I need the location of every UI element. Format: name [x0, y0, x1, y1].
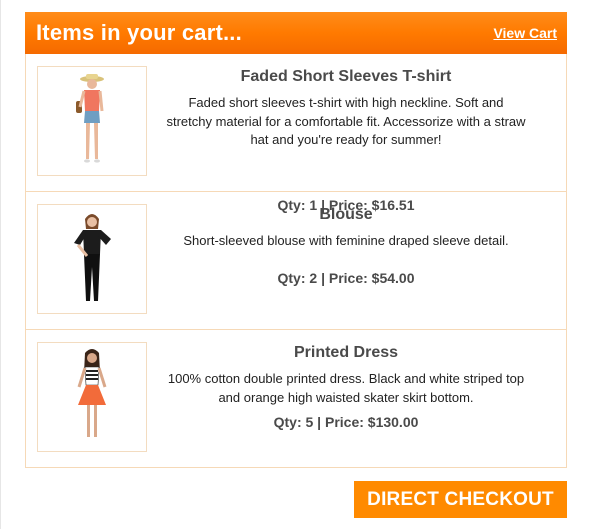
item-info: Printed Dress 100% cotton double printed…	[164, 344, 528, 407]
product-thumbnail-tshirt[interactable]	[37, 66, 147, 176]
view-cart-link[interactable]: View Cart	[493, 25, 557, 41]
blouse-model-image	[74, 214, 111, 301]
cart-items-list: Faded Short Sleeves T-shirt Faded short …	[25, 54, 567, 468]
item-name[interactable]: Printed Dress	[164, 344, 528, 362]
item-description: 100% cotton double printed dress. Black …	[167, 371, 525, 405]
item-description: Faded short sleeves t-shirt with high ne…	[166, 95, 526, 147]
product-thumbnail-blouse[interactable]	[37, 204, 147, 314]
tshirt-model-image	[76, 74, 104, 163]
item-info: Blouse Short-sleeved blouse with feminin…	[164, 206, 528, 251]
item-qty-price: Qty: 5 | Price: $130.00	[273, 414, 419, 430]
item-info: Faded Short Sleeves T-shirt Faded short …	[164, 68, 528, 150]
direct-checkout-button[interactable]: DIRECT CHECKOUT	[354, 481, 567, 518]
cart-title: Items in your cart...	[36, 20, 242, 45]
cart-item: Faded Short Sleeves T-shirt Faded short …	[26, 54, 566, 213]
cart-header: Items in your cart... View Cart	[25, 12, 567, 54]
dress-model-image	[77, 349, 107, 437]
product-thumbnail-dress[interactable]	[37, 342, 147, 452]
item-name[interactable]: Faded Short Sleeves T-shirt	[164, 68, 528, 86]
item-name[interactable]: Blouse	[164, 206, 528, 224]
cart-panel: Items in your cart... View Cart Faded Sh…	[25, 12, 567, 468]
cart-item: Printed Dress 100% cotton double printed…	[26, 329, 566, 467]
item-description: Short-sleeved blouse with feminine drape…	[183, 233, 509, 248]
item-qty-price: Qty: 2 | Price: $54.00	[277, 270, 415, 286]
cart-item: Blouse Short-sleeved blouse with feminin…	[26, 191, 566, 329]
left-divider	[0, 0, 1, 529]
